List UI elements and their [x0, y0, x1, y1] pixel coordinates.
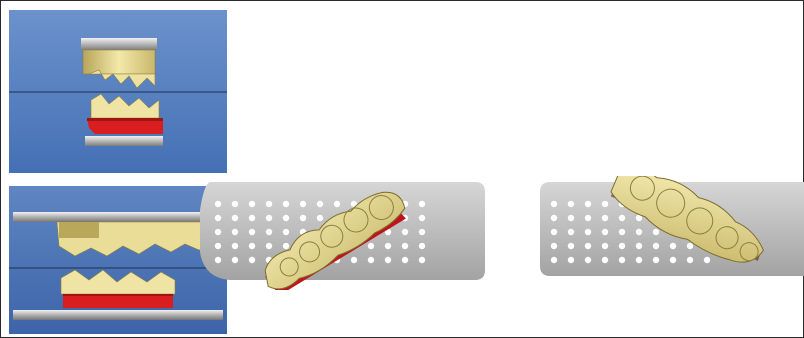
- tray-hole: [601, 256, 609, 264]
- tray-hole: [248, 200, 256, 208]
- tray-hole: [418, 200, 426, 208]
- scan-tray-lower[interactable]: [538, 176, 804, 296]
- tray-hole: [384, 256, 392, 264]
- tray-hole: [567, 256, 575, 264]
- tray-hole: [282, 200, 290, 208]
- articulator-icon: [9, 186, 227, 334]
- tray-hole: [550, 256, 558, 264]
- tray-hole: [418, 256, 426, 264]
- tray-hole: [418, 228, 426, 236]
- tray-hole: [703, 256, 711, 264]
- tray-hole: [214, 214, 222, 222]
- tray-hole: [652, 228, 660, 236]
- tray-hole: [401, 256, 409, 264]
- tray-hole: [248, 242, 256, 250]
- tray-hole: [214, 242, 222, 250]
- tray-hole: [299, 214, 307, 222]
- tray-hole: [618, 228, 626, 236]
- tray-hole: [214, 228, 222, 236]
- tray-hole: [299, 200, 307, 208]
- tray-hole: [231, 242, 239, 250]
- tray-hole: [248, 228, 256, 236]
- tray-hole: [248, 214, 256, 222]
- tray-hole: [265, 214, 273, 222]
- articulator-view-top[interactable]: [9, 10, 227, 173]
- tray-hole: [652, 242, 660, 250]
- tray-hole: [618, 214, 626, 222]
- tray-hole: [635, 228, 643, 236]
- tray-hole: [367, 242, 375, 250]
- tray-hole: [282, 242, 290, 250]
- articulator-view-bottom[interactable]: [9, 186, 227, 334]
- tray-hole: [550, 228, 558, 236]
- tray-hole: [686, 256, 694, 264]
- tray-hole: [384, 242, 392, 250]
- tray-hole: [231, 214, 239, 222]
- tray-hole: [333, 200, 341, 208]
- tray-hole: [584, 214, 592, 222]
- tray-hole: [669, 256, 677, 264]
- tray-hole: [584, 200, 592, 208]
- articulator-icon: [9, 10, 227, 173]
- tray-hole: [601, 200, 609, 208]
- scan-tray-upper[interactable]: [200, 182, 485, 290]
- tray-hole: [567, 228, 575, 236]
- tray-hole: [652, 256, 660, 264]
- tray-hole: [282, 228, 290, 236]
- tray-hole: [367, 256, 375, 264]
- tray-hole: [231, 256, 239, 264]
- tray-hole: [316, 214, 324, 222]
- tray-hole: [550, 242, 558, 250]
- tray-hole: [567, 200, 575, 208]
- tray-hole: [567, 214, 575, 222]
- tray-hole: [231, 228, 239, 236]
- tray-hole: [567, 242, 575, 250]
- tray-hole: [669, 242, 677, 250]
- tray-hole: [231, 200, 239, 208]
- tray-hole: [686, 242, 694, 250]
- tray-hole: [282, 214, 290, 222]
- tray-hole: [401, 242, 409, 250]
- tray-hole: [248, 256, 256, 264]
- tray-hole: [618, 256, 626, 264]
- tray-hole: [601, 228, 609, 236]
- tray-hole: [550, 214, 558, 222]
- tray-hole: [316, 200, 324, 208]
- tray-hole: [265, 242, 273, 250]
- tray-hole: [601, 214, 609, 222]
- tray-hole: [584, 228, 592, 236]
- tray-hole: [550, 200, 558, 208]
- tray-hole: [214, 256, 222, 264]
- tray-hole: [418, 242, 426, 250]
- tray-hole: [635, 256, 643, 264]
- tray-hole: [584, 242, 592, 250]
- tray-hole: [418, 214, 426, 222]
- tray-hole: [265, 200, 273, 208]
- scan-tray-icon: [540, 176, 804, 276]
- tray-hole: [214, 200, 222, 208]
- tray-hole: [350, 256, 358, 264]
- tray-hole: [635, 242, 643, 250]
- scan-tray-icon: [200, 182, 485, 290]
- tray-hole: [584, 256, 592, 264]
- tray-hole: [265, 228, 273, 236]
- tray-hole: [618, 242, 626, 250]
- tray-hole: [401, 228, 409, 236]
- tray-hole: [601, 242, 609, 250]
